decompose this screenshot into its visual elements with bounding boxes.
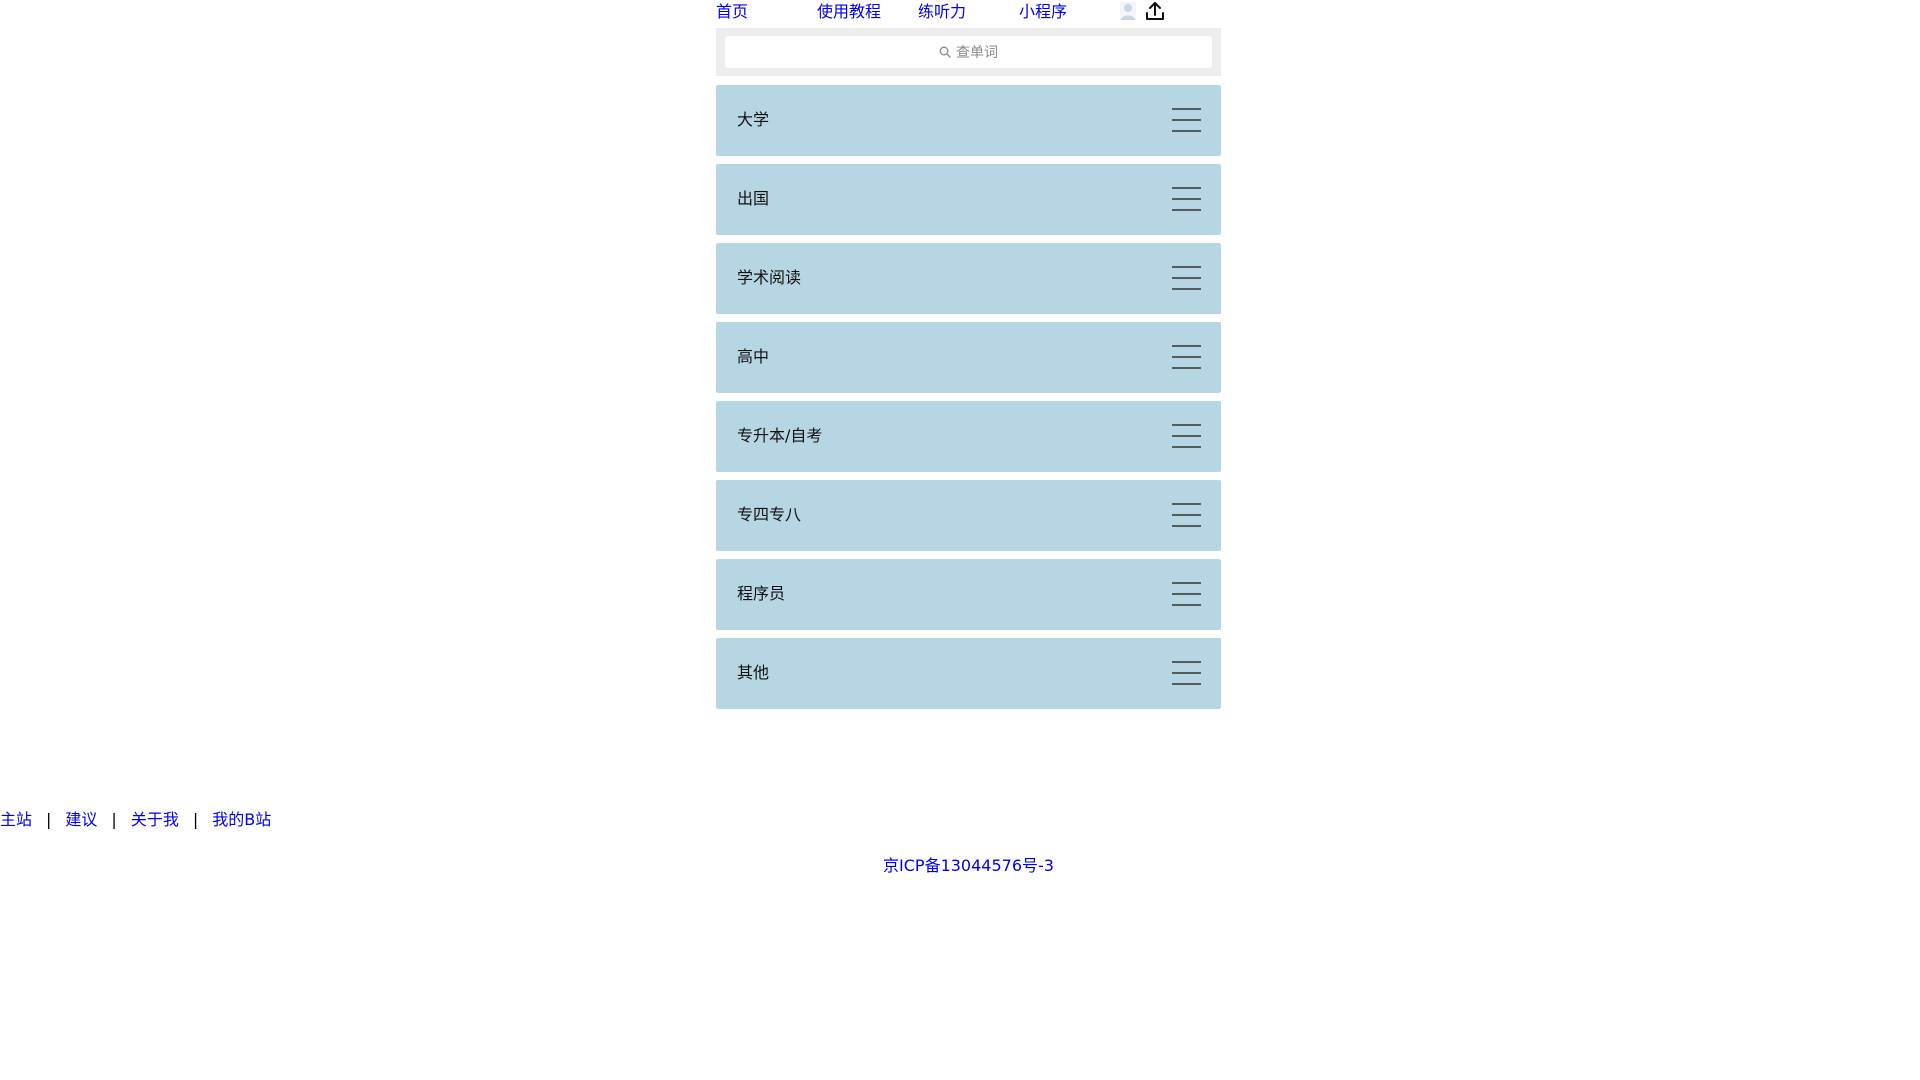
footer-link-feedback[interactable]: 建议 <box>65 810 97 829</box>
footer-link-about[interactable]: 关于我 <box>131 810 179 829</box>
search-icon <box>939 46 951 58</box>
hamburger-menu-icon[interactable] <box>1172 186 1201 212</box>
hamburger-menu-icon[interactable] <box>1172 423 1201 449</box>
footer-links: 主站 | 建议 | 关于我 | 我的B站 <box>0 810 271 830</box>
category-label: 专四专八 <box>737 505 802 524</box>
search-input[interactable]: 查单词 <box>725 36 1212 68</box>
search-bar: 查单词 <box>716 28 1221 76</box>
hamburger-menu-icon[interactable] <box>1172 660 1201 686</box>
category-item-other[interactable]: 其他 <box>716 638 1221 709</box>
nav-home-link[interactable]: 首页 <box>716 3 748 21</box>
category-item-academic-reading[interactable]: 学术阅读 <box>716 243 1221 314</box>
category-label: 程序员 <box>737 584 786 603</box>
footer-separator: | <box>111 810 117 829</box>
nav-tutorial-link[interactable]: 使用教程 <box>817 3 881 21</box>
category-label: 学术阅读 <box>737 268 802 287</box>
category-label: 大学 <box>737 110 770 129</box>
hamburger-menu-icon[interactable] <box>1172 502 1201 528</box>
category-item-programmer[interactable]: 程序员 <box>716 559 1221 630</box>
category-label: 高中 <box>737 347 770 366</box>
category-item-university[interactable]: 大学 <box>716 85 1221 156</box>
footer-link-bilibili[interactable]: 我的B站 <box>212 810 271 829</box>
upload-icon[interactable] <box>1144 0 1166 22</box>
category-item-upgrade-selfstudy[interactable]: 专升本/自考 <box>716 401 1221 472</box>
category-item-abroad[interactable]: 出国 <box>716 164 1221 235</box>
footer-link-main-site[interactable]: 主站 <box>0 810 32 829</box>
category-label: 出国 <box>737 189 770 208</box>
nav-miniprogram-link[interactable]: 小程序 <box>1019 3 1067 21</box>
hamburger-menu-icon[interactable] <box>1172 107 1201 133</box>
category-list: 大学 出国 学术阅读 高中 专升本/自考 专四专八 程序员 其他 <box>716 85 1221 717</box>
footer-separator: | <box>192 810 199 829</box>
hamburger-menu-icon[interactable] <box>1172 265 1201 291</box>
search-placeholder: 查单词 <box>956 45 998 61</box>
user-avatar-icon[interactable] <box>1120 2 1136 20</box>
category-item-tem4-tem8[interactable]: 专四专八 <box>716 480 1221 551</box>
category-label: 其他 <box>737 663 770 682</box>
category-item-high-school[interactable]: 高中 <box>716 322 1221 393</box>
top-nav: 首页 使用教程 练听力 小程序 <box>716 0 1221 26</box>
footer-separator: | <box>46 810 52 829</box>
page: 首页 使用教程 练听力 小程序 查单词 大学 出国 学术阅读 高中 专升本/自考… <box>0 0 1920 1080</box>
hamburger-menu-icon[interactable] <box>1172 344 1201 370</box>
icp-license: 京ICP备13044576号-3 <box>0 856 1920 876</box>
hamburger-menu-icon[interactable] <box>1172 581 1201 607</box>
category-label: 专升本/自考 <box>737 426 823 445</box>
icp-license-link[interactable]: 京ICP备13044576号-3 <box>883 856 1054 875</box>
main-container: 首页 使用教程 练听力 小程序 查单词 大学 出国 学术阅读 高中 专升本/自考… <box>716 0 1221 709</box>
nav-listening-link[interactable]: 练听力 <box>918 3 966 21</box>
